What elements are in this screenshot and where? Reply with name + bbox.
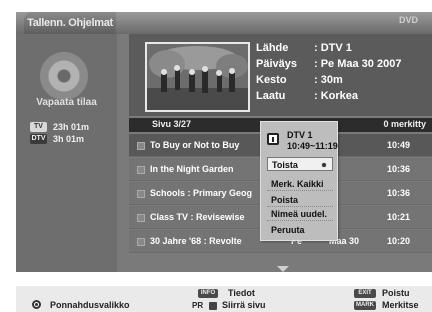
row-checkbox[interactable] — [137, 190, 145, 198]
free-time-tv: 23h 01m — [53, 122, 90, 132]
menu-item-cancel[interactable]: Peruuta — [267, 223, 333, 237]
dtv-badge: DTV — [30, 134, 47, 144]
info-icon — [267, 133, 279, 145]
thumbnail-image — [147, 44, 248, 110]
footer-help-bar: Ponnahdusvalikko INFO Tiedot PR Siirrä s… — [16, 286, 432, 312]
row-title: 30 Jahre '68 : Revolte — [150, 236, 242, 246]
row-checkbox[interactable] — [137, 238, 145, 246]
row-time: 10:20 — [387, 236, 411, 246]
popup-menu-label: Ponnahdusvalikko — [50, 300, 130, 310]
free-space-row-dtv: DTV 3h 01m — [30, 134, 84, 144]
row-time: 10:36 — [387, 164, 411, 174]
row-title: Schools : Primary Geog — [150, 188, 253, 198]
menu-item-label: Toista — [272, 160, 298, 170]
free-space-panel: Vapaata tilaa TV 23h 01m DTV 3h 01m — [16, 34, 117, 272]
exit-label: Poistu — [382, 288, 410, 298]
pr-key: PR — [192, 301, 204, 310]
page-indicator: Sivu 3/27 — [152, 119, 192, 129]
selected-radio-icon — [321, 162, 327, 168]
popup-header: DTV 1 10:49~11:19 — [261, 122, 338, 154]
free-space-row-tv: TV 23h 01m — [30, 122, 89, 132]
popup-channel: DTV 1 — [287, 130, 313, 140]
info-label-date: Päiväys — [256, 58, 297, 70]
disc-usage-icon — [40, 52, 88, 100]
mark-key: MARK — [354, 301, 376, 310]
recording-thumbnail — [145, 42, 250, 112]
row-title: To Buy or Not to Buy — [150, 140, 240, 150]
exit-key: EXIT — [354, 289, 376, 298]
info-label: Tiedot — [228, 288, 255, 298]
mark-label: Merkitse — [382, 300, 419, 310]
info-label-quality: Laatu — [256, 90, 286, 102]
menu-item-rename[interactable]: Nimeä uudel. — [267, 207, 333, 221]
free-space-title: Vapaata tilaa — [36, 97, 97, 108]
info-value-quality: : Korkea — [314, 90, 359, 102]
popup-menu: DTV 1 10:49~11:19 Toista Merk. Kaikki Po… — [260, 121, 338, 241]
recordings-screen: Tallenn. Ohjelmat DVD Vapaata tilaa TV 2… — [0, 0, 432, 312]
popup-time-range: 10:49~11:19 — [287, 141, 338, 151]
ok-button-icon — [32, 300, 41, 309]
row-time: 10:21 — [387, 212, 411, 222]
info-label-source: Lähde — [256, 42, 289, 54]
menu-item-play[interactable]: Toista — [267, 157, 333, 171]
menu-item-delete[interactable]: Poista — [267, 193, 333, 207]
row-time: 10:36 — [387, 188, 411, 198]
row-checkbox[interactable] — [137, 166, 145, 174]
row-checkbox[interactable] — [137, 142, 145, 150]
free-time-dtv: 3h 01m — [53, 134, 85, 144]
marked-count: 0 merkitty — [383, 119, 426, 129]
menu-item-mark-all[interactable]: Merk. Kaikki — [267, 177, 333, 191]
updown-arrows-icon — [209, 302, 217, 310]
scroll-down-icon[interactable] — [277, 266, 289, 272]
tv-badge: TV — [30, 122, 47, 132]
info-key: INFO — [198, 289, 218, 298]
row-checkbox[interactable] — [137, 214, 145, 222]
tab-recorded-programs[interactable]: Tallenn. Ohjelmat — [24, 12, 116, 34]
row-title: In the Night Garden — [150, 164, 234, 174]
info-value-source: : DTV 1 — [314, 42, 352, 54]
info-label-duration: Kesto — [256, 74, 287, 86]
row-title: Class TV : Revisewise — [150, 212, 245, 222]
info-value-date: : Pe Maa 30 2007 — [314, 58, 402, 70]
brand-logo: DVD — [398, 15, 418, 25]
row-time: 10:49 — [387, 140, 411, 150]
recording-info-panel: Lähde : DTV 1 Päiväys : Pe Maa 30 2007 K… — [129, 34, 432, 116]
page-move-label: Siirrä sivu — [222, 300, 266, 310]
info-value-duration: : 30m — [314, 74, 343, 86]
